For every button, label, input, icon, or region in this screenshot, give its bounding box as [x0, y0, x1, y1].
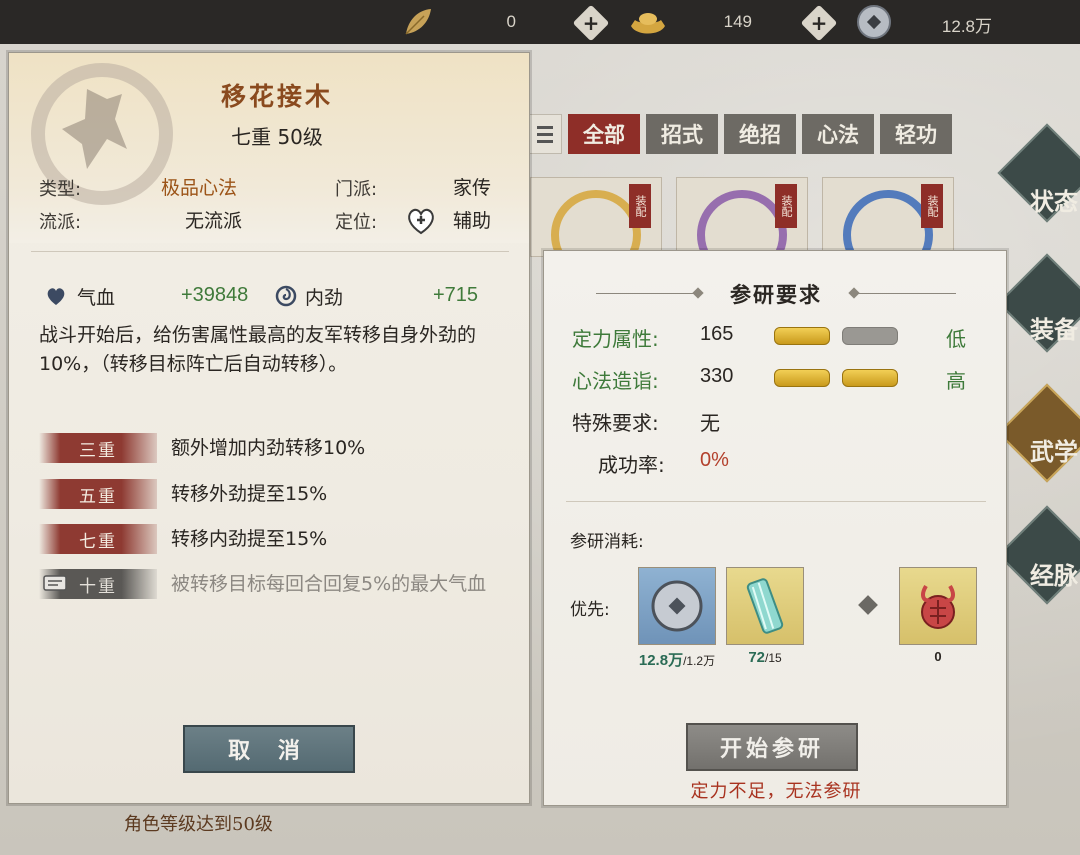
- coin-icon: [857, 5, 891, 39]
- skill-description: 战斗开始后，给伤害属性最高的友军转移自身外劲的10%，（转移目标阵亡后自动转移）…: [39, 324, 477, 375]
- role-value: 辅助: [453, 210, 492, 232]
- type-label: 类型:: [39, 179, 82, 200]
- tier-effect: 转移内劲提至15%: [171, 528, 328, 550]
- support-role-icon: [408, 208, 434, 235]
- special-requirement-value: 无: [700, 413, 720, 435]
- red-knot-count: 0: [934, 649, 942, 664]
- grade-pill: [774, 369, 830, 387]
- grade-pill: [774, 327, 830, 345]
- tier-effect: 额外增加内劲转移10%: [171, 437, 366, 459]
- concentration-value: 165: [700, 323, 734, 345]
- gold-ingot-icon: [631, 13, 665, 34]
- copper-coin-slot[interactable]: [638, 567, 716, 645]
- inner-force-label: 内劲: [305, 287, 344, 309]
- concentration-grade: 低: [946, 327, 966, 351]
- equip-tag: 装配: [921, 184, 943, 228]
- divider: [31, 251, 509, 252]
- copper-coin-icon: [651, 580, 703, 632]
- coin-count: 12.8万: [941, 17, 992, 36]
- grade-pill: [842, 327, 898, 345]
- separator-icon: [858, 595, 878, 615]
- school-value: 无流派: [185, 210, 243, 232]
- tab-all[interactable]: 全部: [568, 114, 640, 154]
- add-gold-button[interactable]: +: [800, 4, 838, 42]
- skill-card[interactable]: 装配: [676, 177, 808, 257]
- success-rate-label: 成功率:: [598, 453, 665, 477]
- tier-row: 五重 转移外劲提至15%: [39, 479, 509, 509]
- skill-level: 七重 50级: [231, 125, 323, 149]
- mastery-label: 心法造诣:: [572, 369, 659, 393]
- leaf-icon: [405, 9, 431, 35]
- tab-lightness[interactable]: 轻功: [880, 114, 952, 154]
- tier-row: 七重 转移内劲提至15%: [39, 524, 509, 554]
- skill-ring-icon: [697, 190, 787, 256]
- role-label: 定位:: [335, 212, 378, 233]
- type-value: 极品心法: [161, 177, 238, 199]
- sect-label: 门派:: [335, 179, 378, 200]
- tier-effect: 被转移目标每回合回复5%的最大气血: [171, 573, 487, 595]
- red-knot-icon: [921, 584, 955, 629]
- skill-card[interactable]: 装配: [822, 177, 954, 257]
- tier-badge: 五重: [39, 479, 157, 509]
- nav-martial-arts-label: 武学: [1030, 437, 1078, 466]
- equip-tag: 装配: [775, 184, 797, 228]
- nav-meridians-label: 经脉: [1030, 561, 1078, 590]
- skill-ring-icon: [551, 190, 641, 256]
- mastery-value: 330: [700, 365, 734, 387]
- skill-filter-tabs: 全部 招式 绝招 心法 轻功: [528, 114, 952, 154]
- nav-status-label: 状态: [1030, 187, 1078, 216]
- tier-badge: 七重: [39, 524, 157, 554]
- mastery-grade: 高: [946, 369, 966, 393]
- plus-icon: +: [810, 11, 828, 35]
- skill-name: 移花接木: [220, 82, 333, 111]
- cost-label: 参研消耗:: [570, 532, 644, 552]
- skill-card-row: 装配 装配 装配: [530, 177, 954, 257]
- divider: [566, 501, 986, 502]
- locked-scroll-icon: [43, 575, 67, 591]
- equip-tag: 装配: [629, 184, 651, 228]
- research-title: 参研要求: [730, 282, 822, 307]
- school-label: 流派:: [39, 212, 82, 233]
- hp-value: +39848: [181, 284, 249, 306]
- inner-force-value: +715: [433, 284, 479, 306]
- jade-tube-icon: [746, 578, 784, 634]
- skill-ring-icon: [843, 190, 933, 256]
- level-requirement-hint: 角色等级达到50级: [124, 814, 273, 835]
- tier-effect: 转移外劲提至15%: [171, 483, 328, 505]
- concentration-label: 定力属性:: [572, 327, 659, 351]
- jade-tube-slot[interactable]: [726, 567, 804, 645]
- gold-count: 149: [723, 12, 752, 31]
- heart-icon: [47, 288, 65, 305]
- research-warning: 定力不足，无法参研: [690, 781, 862, 802]
- success-rate-value: 0%: [700, 449, 729, 471]
- leaf-count: 0: [506, 12, 516, 31]
- skill-card[interactable]: 装配: [530, 177, 662, 257]
- hp-label: 气血: [77, 287, 116, 309]
- tier-row-locked: 十重 被转移目标每回合回复5%的最大气血: [39, 569, 509, 599]
- sect-value: 家传: [453, 177, 492, 199]
- tab-inner-art[interactable]: 心法: [802, 114, 874, 154]
- start-research-button[interactable]: 开始参研: [686, 723, 858, 771]
- grade-pill: [842, 369, 898, 387]
- cancel-button[interactable]: 取 消: [183, 725, 355, 773]
- swirl-icon: [275, 285, 297, 307]
- tab-ultimate[interactable]: 绝招: [724, 114, 796, 154]
- nav-equipment-label: 装备: [1030, 315, 1078, 344]
- tier-badge: 三重: [39, 433, 157, 463]
- skill-detail-panel: 移花接木 七重 50级 类型: 极品心法 门派: 家传 流派: 无流派 定位: …: [8, 52, 530, 804]
- special-requirement-label: 特殊要求:: [572, 411, 659, 435]
- resource-bar: 0 + 149 + 12.8万: [0, 0, 1080, 44]
- research-panel: 参研要求 定力属性: 165 低 心法造诣: 330 高 特殊要求: 无 成功率…: [543, 250, 1007, 806]
- plus-icon: +: [582, 11, 600, 35]
- tier-row: 三重 额外增加内劲转移10%: [39, 433, 509, 463]
- priority-label: 优先:: [570, 600, 610, 620]
- jade-tube-count: 72/15: [748, 649, 782, 666]
- red-knot-slot[interactable]: [899, 567, 977, 645]
- tab-moves[interactable]: 招式: [646, 114, 718, 154]
- add-leaf-button[interactable]: +: [572, 4, 610, 42]
- copper-coin-count: 12.8万/1.2万: [638, 652, 716, 669]
